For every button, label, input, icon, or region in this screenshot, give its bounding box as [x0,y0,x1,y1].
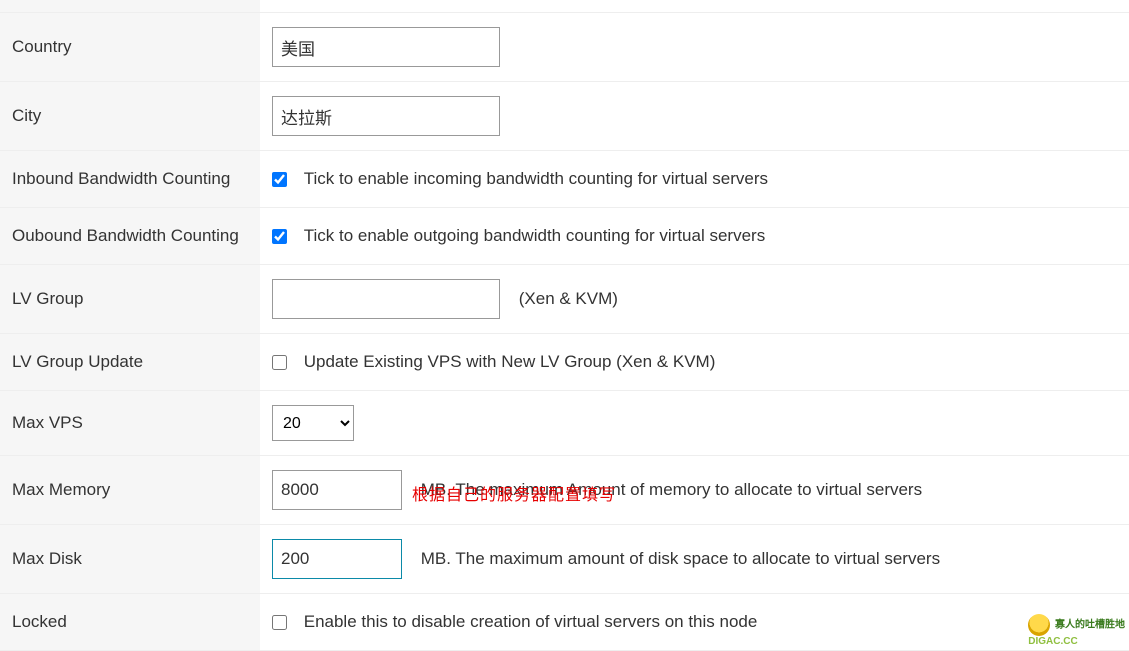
input-lvgroup[interactable] [272,279,500,319]
row-maxvps: Max VPS 20 [0,391,1129,456]
checkbox-lvgroup-update[interactable] [272,355,287,370]
label-country: Country [0,13,260,82]
row-header-spacer [0,0,1129,13]
desc-outbound: Tick to enable outgoing bandwidth counti… [304,226,765,245]
desc-inbound: Tick to enable incoming bandwidth counti… [304,169,768,188]
label-maxvps: Max VPS [0,391,260,456]
watermark-bug-icon [1028,614,1050,636]
watermark-line2: DIGAC.CC [1028,636,1077,647]
label-city: City [0,82,260,151]
label-locked: Locked [0,594,260,651]
desc-locked: Enable this to disable creation of virtu… [304,612,758,631]
row-maxdisk: Max Disk MB. The maximum amount of disk … [0,525,1129,594]
checkbox-outbound[interactable] [272,229,287,244]
input-maxmem[interactable] [272,470,402,510]
label-maxmem: Max Memory [0,456,260,525]
watermark: 寡人的吐槽胜地 DIGAC.CC [1028,614,1125,647]
input-city[interactable] [272,96,500,136]
row-locked: Locked Enable this to disable creation o… [0,594,1129,651]
label-outbound: Oubound Bandwidth Counting [0,208,260,265]
checkbox-locked[interactable] [272,615,287,630]
desc-maxdisk: MB. The maximum amount of disk space to … [421,549,940,568]
row-lvgroup: LV Group (Xen & KVM) [0,265,1129,334]
watermark-line1: 寡人的吐槽胜地 [1055,620,1125,631]
input-maxdisk[interactable] [272,539,402,579]
row-country: Country [0,13,1129,82]
label-lvgroup-update: LV Group Update [0,334,260,391]
label-inbound: Inbound Bandwidth Counting [0,151,260,208]
row-inbound: Inbound Bandwidth Counting Tick to enabl… [0,151,1129,208]
label-lvgroup: LV Group [0,265,260,334]
label-maxdisk: Max Disk [0,525,260,594]
desc-lvgroup-update: Update Existing VPS with New LV Group (X… [304,352,716,371]
checkbox-inbound[interactable] [272,172,287,187]
row-lvgroup-update: LV Group Update Update Existing VPS with… [0,334,1129,391]
row-outbound: Oubound Bandwidth Counting Tick to enabl… [0,208,1129,265]
input-country[interactable] [272,27,500,67]
row-city: City [0,82,1129,151]
annotation-red-note: 根据自己的服务器配置填写 [412,481,616,505]
hint-lvgroup: (Xen & KVM) [519,289,618,308]
select-maxvps[interactable]: 20 [272,405,354,441]
